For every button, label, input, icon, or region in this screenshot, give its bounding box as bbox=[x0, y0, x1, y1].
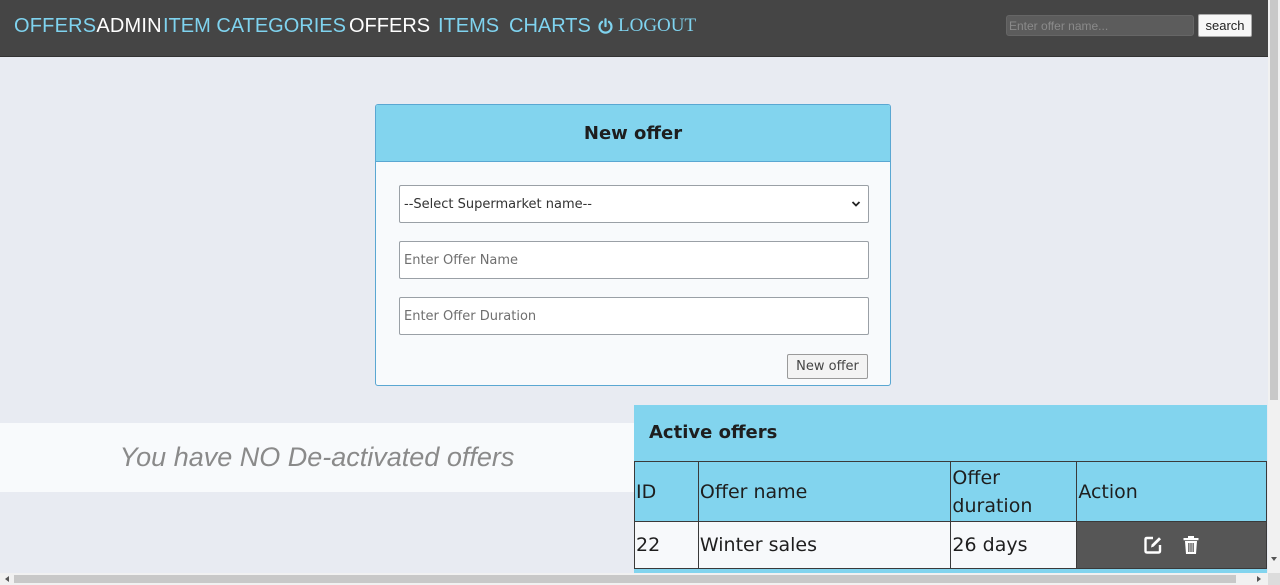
new-offer-button[interactable]: New offer bbox=[787, 354, 868, 379]
column-header-action: Action bbox=[1076, 461, 1267, 522]
nav-offers[interactable]: OFFERS bbox=[349, 15, 430, 38]
nav-items[interactable]: ITEMS bbox=[438, 15, 499, 38]
column-header-name: Offer name bbox=[697, 461, 952, 522]
logout-label: LOGOUT bbox=[618, 15, 697, 36]
top-navbar: OFFERSADMIN ITEM CATEGORIES OFFERS ITEMS… bbox=[0, 0, 1268, 57]
new-offer-title: New offer bbox=[583, 122, 683, 144]
nav-item-categories[interactable]: ITEM CATEGORIES bbox=[163, 15, 346, 38]
active-offers-title: Active offers bbox=[649, 422, 778, 443]
search-input[interactable] bbox=[1006, 15, 1194, 36]
active-offers-table: ID Offer name Offer duration Action 22 W… bbox=[634, 461, 1267, 569]
table-row: 22 Winter sales 26 days bbox=[634, 521, 1267, 569]
offer-duration-input[interactable] bbox=[399, 297, 869, 335]
nav-charts[interactable]: CHARTS bbox=[509, 15, 591, 38]
supermarket-select-wrapper: --Select Supermarket name-- bbox=[399, 185, 869, 223]
supermarket-select-value: --Select Supermarket name-- bbox=[404, 196, 592, 212]
power-icon bbox=[598, 17, 613, 34]
vertical-scroll-thumb[interactable] bbox=[1270, 0, 1278, 400]
column-header-duration: Offer duration bbox=[950, 461, 1078, 522]
scroll-down-arrow-icon[interactable] bbox=[1270, 555, 1278, 563]
table-header-row: ID Offer name Offer duration Action bbox=[634, 461, 1267, 522]
brand-admin: ADMIN bbox=[96, 15, 162, 37]
scroll-right-arrow-icon[interactable] bbox=[1255, 575, 1263, 583]
deactivated-offers-panel: You have NO De-activated offers bbox=[0, 423, 634, 492]
search-button[interactable]: search bbox=[1198, 14, 1252, 37]
cell-action bbox=[1076, 521, 1267, 569]
cell-name: Winter sales bbox=[697, 521, 952, 569]
brand-offers: OFFERS bbox=[14, 15, 97, 37]
horizontal-scroll-thumb[interactable] bbox=[14, 575, 1236, 583]
scrollbar-corner bbox=[1268, 573, 1280, 585]
cell-duration: 26 days bbox=[950, 521, 1078, 569]
horizontal-scrollbar[interactable] bbox=[0, 573, 1268, 585]
offer-name-input[interactable] bbox=[399, 241, 869, 279]
chevron-down-icon bbox=[851, 201, 861, 207]
deactivated-message: You have NO De-activated offers bbox=[119, 442, 515, 472]
brand-logo[interactable]: OFFERSADMIN bbox=[14, 15, 162, 38]
trash-icon[interactable] bbox=[1180, 534, 1202, 556]
scroll-left-arrow-icon[interactable] bbox=[3, 575, 11, 583]
new-offer-card: New offer --Select Supermarket name-- Ne… bbox=[375, 104, 891, 386]
new-offer-header: New offer bbox=[376, 105, 890, 162]
vertical-scrollbar[interactable] bbox=[1268, 0, 1280, 573]
logout-link[interactable]: LOGOUT bbox=[597, 15, 696, 37]
active-offers-panel: Active offers ID Offer name Offer durati… bbox=[634, 405, 1267, 573]
edit-icon[interactable] bbox=[1142, 534, 1164, 556]
column-header-id: ID bbox=[634, 461, 699, 522]
supermarket-select[interactable]: --Select Supermarket name-- bbox=[399, 185, 869, 223]
cell-id: 22 bbox=[634, 521, 699, 569]
